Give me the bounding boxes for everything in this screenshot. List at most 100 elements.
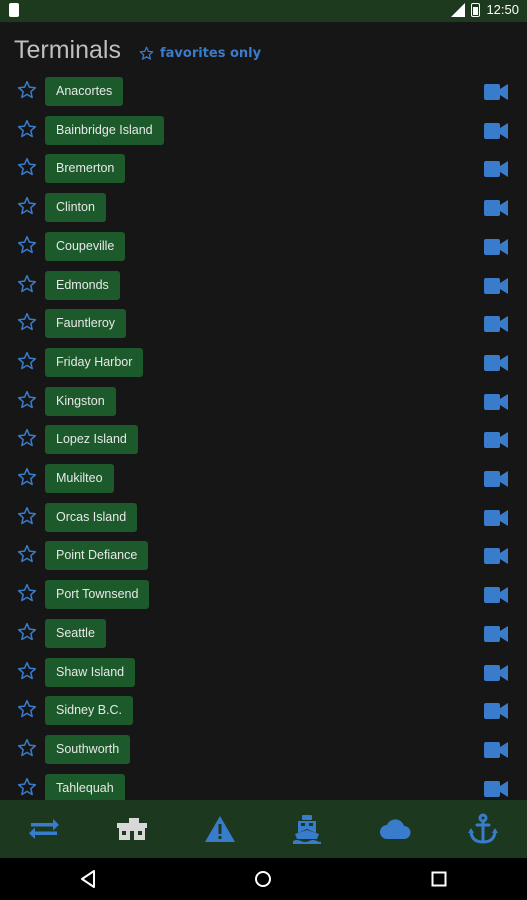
- video-camera-icon[interactable]: [484, 200, 508, 217]
- video-camera-icon[interactable]: [484, 625, 508, 642]
- nav-routes-button[interactable]: [0, 800, 88, 858]
- weather-cloud-icon: [380, 819, 411, 839]
- favorite-star-icon[interactable]: [17, 80, 37, 100]
- video-camera-icon[interactable]: [484, 587, 508, 604]
- cell-signal-icon: [451, 2, 466, 17]
- clock: 12:50: [486, 2, 519, 17]
- battery-icon: [471, 2, 481, 17]
- video-camera-icon[interactable]: [484, 393, 508, 410]
- terminal-row: Anacortes: [0, 72, 527, 111]
- system-navigation-bar: [0, 858, 527, 900]
- alert-icon: [204, 816, 235, 842]
- favorite-star-icon[interactable]: [17, 777, 37, 797]
- anchor-icon: [468, 813, 499, 844]
- terminal-name-button[interactable]: Orcas Island: [45, 502, 138, 532]
- terminal-row: Shaw Island: [0, 653, 527, 692]
- terminal-name-button[interactable]: Mukilteo: [45, 464, 114, 493]
- swap-arrows-icon: [28, 819, 59, 839]
- terminal-row: Orcas Island: [0, 498, 527, 537]
- favorite-star-icon[interactable]: [17, 622, 37, 642]
- favorite-star-icon[interactable]: [17, 351, 37, 371]
- favorites-only-toggle[interactable]: favorites only: [139, 46, 261, 61]
- favorite-star-icon[interactable]: [17, 428, 37, 448]
- video-camera-icon[interactable]: [484, 354, 508, 371]
- terminal-row: Coupeville: [0, 227, 527, 266]
- terminal-name-button[interactable]: Kingston: [45, 386, 116, 416]
- favorite-star-icon[interactable]: [17, 699, 37, 719]
- terminal-row: Bremerton: [0, 149, 527, 188]
- favorite-star-icon[interactable]: [17, 196, 37, 216]
- video-camera-icon[interactable]: [484, 703, 508, 720]
- back-triangle-icon: [80, 870, 95, 888]
- terminal-row: Kingston: [0, 382, 527, 421]
- favorite-star-icon[interactable]: [17, 119, 37, 139]
- video-camera-icon[interactable]: [484, 84, 508, 100]
- terminal-name-button[interactable]: Bainbridge Island: [45, 115, 164, 145]
- terminal-name-button[interactable]: Southworth: [45, 734, 131, 764]
- favorite-star-icon[interactable]: [17, 583, 37, 603]
- nav-weather-button[interactable]: [351, 800, 439, 858]
- back-button[interactable]: [68, 859, 108, 899]
- terminal-name-button[interactable]: Lopez Island: [45, 425, 138, 455]
- terminal-name-button[interactable]: Anacortes: [45, 77, 124, 106]
- terminal-name-button[interactable]: Point Defiance: [45, 541, 149, 571]
- video-camera-icon[interactable]: [484, 122, 508, 139]
- video-camera-icon[interactable]: [484, 277, 508, 294]
- nav-alerts-button[interactable]: [176, 800, 264, 858]
- bottom-navigation: [0, 800, 527, 858]
- favorite-star-icon[interactable]: [17, 738, 37, 758]
- home-button[interactable]: [243, 859, 283, 899]
- video-camera-icon[interactable]: [484, 161, 508, 178]
- terminal-name-button[interactable]: Shaw Island: [45, 657, 136, 687]
- terminal-row: Point Defiance: [0, 536, 527, 575]
- terminal-row: Lopez Island: [0, 420, 527, 459]
- nav-terminals-button[interactable]: [88, 800, 176, 858]
- terminal-row: Friday Harbor: [0, 343, 527, 382]
- terminal-row: Mukilteo: [0, 459, 527, 498]
- terminal-name-button[interactable]: Clinton: [45, 193, 106, 223]
- video-camera-icon[interactable]: [484, 664, 508, 681]
- favorite-star-icon[interactable]: [17, 544, 37, 564]
- terminal-name-button[interactable]: Tahlequah: [45, 773, 125, 800]
- favorite-star-icon[interactable]: [17, 390, 37, 410]
- nav-vessels-button[interactable]: [263, 800, 351, 858]
- terminal-row: Sidney B.C.: [0, 691, 527, 730]
- favorite-star-icon[interactable]: [17, 235, 37, 255]
- favorites-only-label: favorites only: [159, 46, 262, 61]
- favorite-star-icon[interactable]: [17, 661, 37, 681]
- terminal-row: Seattle: [0, 614, 527, 653]
- terminal-name-button[interactable]: Port Townsend: [45, 580, 150, 610]
- terminal-row: Bainbridge Island: [0, 111, 527, 150]
- terminal-name-button[interactable]: Bremerton: [45, 154, 126, 184]
- video-camera-icon[interactable]: [484, 471, 508, 487]
- terminal-row: Fauntleroy: [0, 304, 527, 343]
- terminal-name-button[interactable]: Friday Harbor: [45, 347, 144, 377]
- video-camera-icon[interactable]: [484, 741, 508, 758]
- status-bar: 12:50: [0, 0, 527, 22]
- terminal-name-button[interactable]: Coupeville: [45, 231, 126, 261]
- video-camera-icon[interactable]: [484, 316, 508, 333]
- favorite-star-icon[interactable]: [17, 274, 37, 294]
- nav-anchor-button[interactable]: [439, 800, 527, 858]
- terminal-row: Clinton: [0, 188, 527, 227]
- notification-icon: [9, 3, 19, 17]
- terminal-name-button[interactable]: Sidney B.C.: [45, 696, 134, 726]
- video-camera-icon[interactable]: [484, 548, 508, 565]
- favorite-star-icon[interactable]: [17, 312, 37, 332]
- video-camera-icon[interactable]: [484, 780, 508, 797]
- terminal-building-icon: [116, 818, 147, 840]
- video-camera-icon[interactable]: [484, 432, 508, 449]
- page-title: Terminals: [14, 36, 121, 64]
- terminal-name-button[interactable]: Edmonds: [45, 270, 120, 300]
- terminal-row: Southworth: [0, 730, 527, 769]
- video-camera-icon[interactable]: [484, 238, 508, 255]
- favorite-star-icon[interactable]: [17, 157, 37, 177]
- recents-button[interactable]: [419, 859, 459, 899]
- favorite-star-icon[interactable]: [17, 467, 37, 487]
- terminal-name-button[interactable]: Fauntleroy: [45, 309, 127, 339]
- terminal-list[interactable]: Anacortes Bainbridge Island Bremerton Clint…: [0, 72, 527, 800]
- terminal-name-button[interactable]: Seattle: [45, 618, 106, 648]
- video-camera-icon[interactable]: [484, 509, 508, 526]
- favorite-star-icon[interactable]: [17, 506, 37, 526]
- terminal-row: Port Townsend: [0, 575, 527, 614]
